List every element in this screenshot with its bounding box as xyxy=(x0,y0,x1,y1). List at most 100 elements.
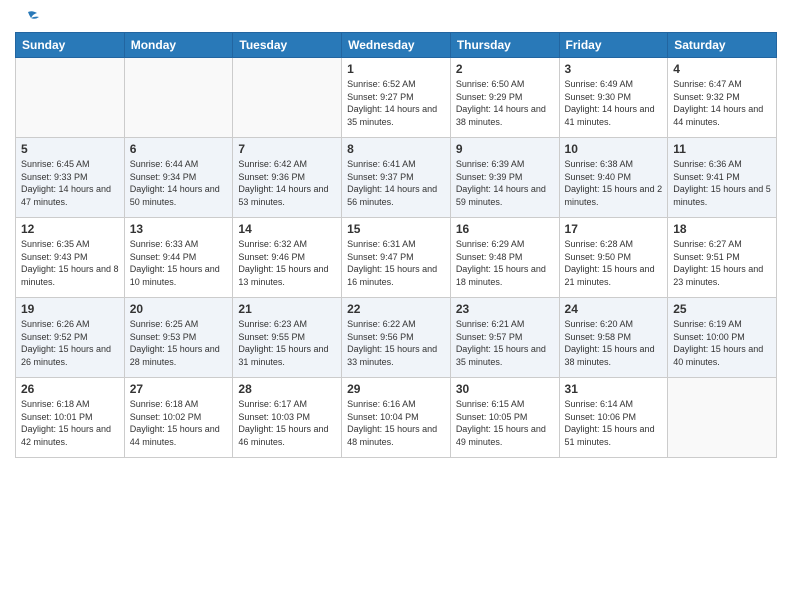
day-number: 12 xyxy=(21,222,119,236)
calendar-cell: 2 Sunrise: 6:50 AM Sunset: 9:29 PM Daylig… xyxy=(450,58,559,138)
calendar-cell: 23 Sunrise: 6:21 AM Sunset: 9:57 PM Dayli… xyxy=(450,298,559,378)
weekday-header-saturday: Saturday xyxy=(668,33,777,58)
day-info: Sunrise: 6:35 AM Sunset: 9:43 PM Dayligh… xyxy=(21,238,119,288)
day-number: 31 xyxy=(565,382,663,396)
day-info: Sunrise: 6:18 AM Sunset: 10:02 PM Daylig… xyxy=(130,398,228,448)
day-info: Sunrise: 6:16 AM Sunset: 10:04 PM Daylig… xyxy=(347,398,445,448)
day-number: 11 xyxy=(673,142,771,156)
day-number: 1 xyxy=(347,62,445,76)
day-number: 29 xyxy=(347,382,445,396)
calendar-cell: 24 Sunrise: 6:20 AM Sunset: 9:58 PM Dayli… xyxy=(559,298,668,378)
day-info: Sunrise: 6:19 AM Sunset: 10:00 PM Daylig… xyxy=(673,318,771,368)
day-number: 3 xyxy=(565,62,663,76)
calendar-week-row: 19Sunrise: 6:26 AM Sunset: 9:52 PM Dayli… xyxy=(16,298,777,378)
calendar-cell: 25 Sunrise: 6:19 AM Sunset: 10:00 PM Dayl… xyxy=(668,298,777,378)
day-number: 16 xyxy=(456,222,554,236)
day-info: Sunrise: 6:29 AM Sunset: 9:48 PM Dayligh… xyxy=(456,238,554,288)
calendar-cell: 22Sunrise: 6:22 AM Sunset: 9:56 PM Dayli… xyxy=(342,298,451,378)
calendar-week-row: 5 Sunrise: 6:45 AM Sunset: 9:33 PM Daylig… xyxy=(16,138,777,218)
calendar-cell: 7Sunrise: 6:42 AM Sunset: 9:36 PM Daylig… xyxy=(233,138,342,218)
calendar-cell: 6 Sunrise: 6:44 AM Sunset: 9:34 PM Daylig… xyxy=(124,138,233,218)
calendar-cell xyxy=(124,58,233,138)
calendar-week-row: 26 Sunrise: 6:18 AM Sunset: 10:01 PM Dayl… xyxy=(16,378,777,458)
day-info: Sunrise: 6:33 AM Sunset: 9:44 PM Dayligh… xyxy=(130,238,228,288)
day-info: Sunrise: 6:28 AM Sunset: 9:50 PM Dayligh… xyxy=(565,238,663,288)
day-info: Sunrise: 6:47 AM Sunset: 9:32 PM Dayligh… xyxy=(673,78,771,128)
day-info: Sunrise: 6:21 AM Sunset: 9:57 PM Dayligh… xyxy=(456,318,554,368)
day-number: 19 xyxy=(21,302,119,316)
calendar-cell: 5 Sunrise: 6:45 AM Sunset: 9:33 PM Daylig… xyxy=(16,138,125,218)
calendar-cell: 27 Sunrise: 6:18 AM Sunset: 10:02 PM Dayl… xyxy=(124,378,233,458)
day-number: 9 xyxy=(456,142,554,156)
day-number: 4 xyxy=(673,62,771,76)
logo xyxy=(15,10,39,24)
day-number: 30 xyxy=(456,382,554,396)
calendar-cell: 3 Sunrise: 6:49 AM Sunset: 9:30 PM Daylig… xyxy=(559,58,668,138)
calendar-cell: 18Sunrise: 6:27 AM Sunset: 9:51 PM Dayli… xyxy=(668,218,777,298)
weekday-header-sunday: Sunday xyxy=(16,33,125,58)
day-info: Sunrise: 6:52 AM Sunset: 9:27 PM Dayligh… xyxy=(347,78,445,128)
weekday-header-friday: Friday xyxy=(559,33,668,58)
day-number: 5 xyxy=(21,142,119,156)
calendar-cell: 20 Sunrise: 6:25 AM Sunset: 9:53 PM Dayli… xyxy=(124,298,233,378)
day-info: Sunrise: 6:36 AM Sunset: 9:41 PM Dayligh… xyxy=(673,158,771,208)
page: SundayMondayTuesdayWednesdayThursdayFrid… xyxy=(0,0,792,612)
calendar-cell: 1 Sunrise: 6:52 AM Sunset: 9:27 PM Daylig… xyxy=(342,58,451,138)
day-info: Sunrise: 6:17 AM Sunset: 10:03 PM Daylig… xyxy=(238,398,336,448)
logo-bird-icon xyxy=(17,10,39,28)
day-info: Sunrise: 6:32 AM Sunset: 9:46 PM Dayligh… xyxy=(238,238,336,288)
day-number: 2 xyxy=(456,62,554,76)
weekday-header-thursday: Thursday xyxy=(450,33,559,58)
day-number: 26 xyxy=(21,382,119,396)
day-number: 22 xyxy=(347,302,445,316)
day-info: Sunrise: 6:41 AM Sunset: 9:37 PM Dayligh… xyxy=(347,158,445,208)
day-number: 14 xyxy=(238,222,336,236)
calendar-cell: 10 Sunrise: 6:38 AM Sunset: 9:40 PM Dayli… xyxy=(559,138,668,218)
weekday-header-tuesday: Tuesday xyxy=(233,33,342,58)
calendar-cell xyxy=(668,378,777,458)
calendar-cell: 4 Sunrise: 6:47 AM Sunset: 9:32 PM Daylig… xyxy=(668,58,777,138)
day-number: 13 xyxy=(130,222,228,236)
calendar-cell: 16 Sunrise: 6:29 AM Sunset: 9:48 PM Dayli… xyxy=(450,218,559,298)
calendar-cell: 11 Sunrise: 6:36 AM Sunset: 9:41 PM Dayli… xyxy=(668,138,777,218)
day-number: 15 xyxy=(347,222,445,236)
day-info: Sunrise: 6:20 AM Sunset: 9:58 PM Dayligh… xyxy=(565,318,663,368)
weekday-header-wednesday: Wednesday xyxy=(342,33,451,58)
day-info: Sunrise: 6:38 AM Sunset: 9:40 PM Dayligh… xyxy=(565,158,663,208)
day-info: Sunrise: 6:45 AM Sunset: 9:33 PM Dayligh… xyxy=(21,158,119,208)
calendar-header-row: SundayMondayTuesdayWednesdayThursdayFrid… xyxy=(16,33,777,58)
day-info: Sunrise: 6:39 AM Sunset: 9:39 PM Dayligh… xyxy=(456,158,554,208)
day-info: Sunrise: 6:31 AM Sunset: 9:47 PM Dayligh… xyxy=(347,238,445,288)
day-number: 8 xyxy=(347,142,445,156)
header xyxy=(15,10,777,24)
day-number: 6 xyxy=(130,142,228,156)
day-number: 17 xyxy=(565,222,663,236)
calendar-week-row: 1 Sunrise: 6:52 AM Sunset: 9:27 PM Daylig… xyxy=(16,58,777,138)
day-info: Sunrise: 6:25 AM Sunset: 9:53 PM Dayligh… xyxy=(130,318,228,368)
day-number: 20 xyxy=(130,302,228,316)
calendar-cell: 31 Sunrise: 6:14 AM Sunset: 10:06 PM Dayl… xyxy=(559,378,668,458)
calendar-cell xyxy=(233,58,342,138)
day-number: 25 xyxy=(673,302,771,316)
day-info: Sunrise: 6:15 AM Sunset: 10:05 PM Daylig… xyxy=(456,398,554,448)
calendar-cell: 26 Sunrise: 6:18 AM Sunset: 10:01 PM Dayl… xyxy=(16,378,125,458)
day-info: Sunrise: 6:49 AM Sunset: 9:30 PM Dayligh… xyxy=(565,78,663,128)
day-info: Sunrise: 6:14 AM Sunset: 10:06 PM Daylig… xyxy=(565,398,663,448)
day-number: 27 xyxy=(130,382,228,396)
day-number: 10 xyxy=(565,142,663,156)
calendar-cell: 8 Sunrise: 6:41 AM Sunset: 9:37 PM Daylig… xyxy=(342,138,451,218)
calendar-cell: 30 Sunrise: 6:15 AM Sunset: 10:05 PM Dayl… xyxy=(450,378,559,458)
calendar-cell: 14 Sunrise: 6:32 AM Sunset: 9:46 PM Dayli… xyxy=(233,218,342,298)
calendar-week-row: 12 Sunrise: 6:35 AM Sunset: 9:43 PM Dayli… xyxy=(16,218,777,298)
day-number: 24 xyxy=(565,302,663,316)
day-number: 23 xyxy=(456,302,554,316)
calendar-cell: 9 Sunrise: 6:39 AM Sunset: 9:39 PM Daylig… xyxy=(450,138,559,218)
day-info: Sunrise: 6:44 AM Sunset: 9:34 PM Dayligh… xyxy=(130,158,228,208)
weekday-header-monday: Monday xyxy=(124,33,233,58)
calendar-cell: 15 Sunrise: 6:31 AM Sunset: 9:47 PM Dayli… xyxy=(342,218,451,298)
calendar-cell: 17 Sunrise: 6:28 AM Sunset: 9:50 PM Dayli… xyxy=(559,218,668,298)
calendar-cell: 12 Sunrise: 6:35 AM Sunset: 9:43 PM Dayli… xyxy=(16,218,125,298)
day-number: 21 xyxy=(238,302,336,316)
day-info: Sunrise: 6:18 AM Sunset: 10:01 PM Daylig… xyxy=(21,398,119,448)
day-info: Sunrise: 6:50 AM Sunset: 9:29 PM Dayligh… xyxy=(456,78,554,128)
